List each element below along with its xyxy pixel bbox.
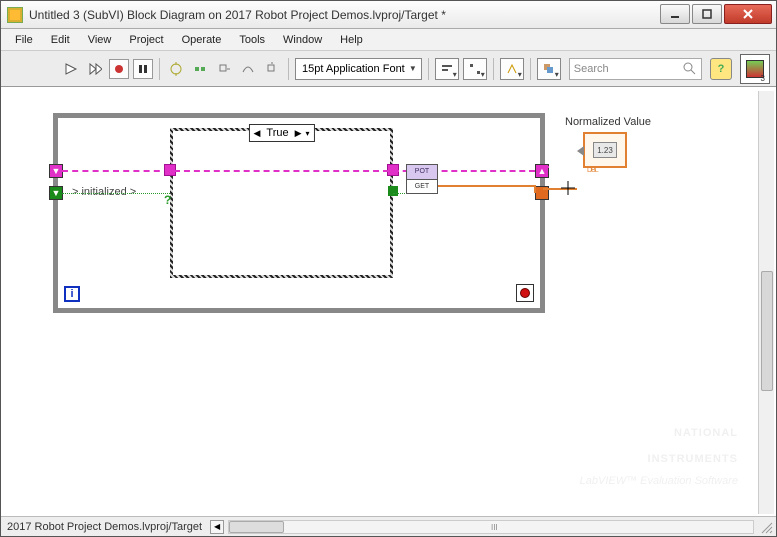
wire-bool-right[interactable] (393, 193, 405, 194)
maximize-button[interactable] (692, 4, 722, 24)
indicator-arrow-icon (577, 146, 584, 156)
menu-window[interactable]: Window (275, 32, 330, 48)
horizontal-scrollbar[interactable]: III (228, 520, 754, 534)
indicator-value: 1.23 (593, 142, 617, 158)
status-path: 2017 Robot Project Demos.lvproj/Target (1, 521, 208, 533)
menu-edit[interactable]: Edit (43, 32, 78, 48)
block-diagram-canvas[interactable]: ▼ ▲ ▼ > initialized > ◀ True ▶ ? (5, 91, 758, 514)
h-scroll-marker: III (491, 523, 498, 532)
distribute-menu[interactable] (463, 58, 487, 80)
loop-stop-terminal[interactable] (516, 284, 534, 302)
wire-numeric-v (534, 185, 536, 193)
menu-file[interactable]: File (7, 32, 41, 48)
cursor-crosshair-icon (561, 181, 575, 195)
v-scroll-thumb[interactable] (761, 271, 773, 391)
run-continuous-button[interactable] (85, 59, 105, 79)
cleanup-button[interactable] (500, 58, 524, 80)
case-next-icon[interactable]: ▶ (295, 128, 302, 139)
case-value: True (262, 127, 292, 139)
stop-icon (520, 288, 530, 298)
resize-grip-icon[interactable] (758, 519, 774, 535)
font-label: 15pt Application Font (302, 63, 405, 75)
menu-bar: File Edit View Project Operate Tools Win… (1, 29, 776, 51)
step-over-button[interactable] (238, 59, 258, 79)
search-icon (683, 62, 697, 79)
wire-refnum[interactable] (62, 170, 170, 172)
app-icon (7, 7, 23, 23)
highlight-exec-button[interactable] (166, 59, 186, 79)
context-palette-button[interactable] (740, 54, 770, 84)
watermark: NATIONAL INSTRUMENTS LabVIEW™ Evaluation… (580, 416, 738, 489)
search-placeholder: Search (574, 63, 609, 75)
title-bar[interactable]: Untitled 3 (SubVI) Block Diagram on 2017… (1, 1, 776, 29)
path-nav-left[interactable]: ◀ (210, 520, 224, 534)
reorder-menu[interactable] (537, 58, 561, 80)
menu-operate[interactable]: Operate (174, 32, 230, 48)
abort-button[interactable] (109, 59, 129, 79)
while-loop[interactable]: ▼ ▲ ▼ > initialized > ◀ True ▶ ? (53, 113, 545, 313)
h-scroll-thumb[interactable] (229, 521, 284, 533)
step-into-button[interactable] (214, 59, 234, 79)
numeric-indicator[interactable]: 1.23 DBL (583, 132, 627, 168)
vertical-scrollbar[interactable] (758, 91, 774, 514)
output-label: Normalized Value (565, 116, 651, 128)
case-border (170, 128, 393, 278)
menu-view[interactable]: View (80, 32, 120, 48)
toolbar: 15pt Application Font Search ? (1, 51, 776, 87)
pot-get-node[interactable]: POT GET (406, 164, 438, 194)
menu-help[interactable]: Help (332, 32, 371, 48)
shift-register-left-bool[interactable]: ▼ (49, 186, 63, 200)
minimize-button[interactable] (660, 4, 690, 24)
shift-register-left-refnum[interactable]: ▼ (49, 164, 63, 178)
case-prev-icon[interactable]: ◀ (253, 128, 260, 139)
app-window: Untitled 3 (SubVI) Block Diagram on 2017… (0, 0, 777, 537)
font-selector[interactable]: 15pt Application Font (295, 58, 422, 80)
align-menu[interactable] (435, 58, 459, 80)
wire-refnum-inside[interactable] (174, 170, 389, 172)
case-structure[interactable]: ◀ True ▶ ? (170, 128, 393, 278)
search-input[interactable]: Search (569, 58, 702, 80)
menu-tools[interactable]: Tools (231, 32, 273, 48)
wire-refnum-stub (543, 166, 549, 168)
run-button[interactable] (61, 59, 81, 79)
pot-bottom-label: GET (407, 180, 437, 194)
palette-icon (746, 60, 764, 78)
loop-iteration-terminal[interactable]: i (64, 286, 80, 302)
status-bar: 2017 Robot Project Demos.lvproj/Target ◀… (1, 516, 776, 536)
help-button[interactable]: ? (710, 58, 732, 80)
retain-wire-button[interactable] (190, 59, 210, 79)
wire-bool[interactable] (62, 193, 170, 194)
case-tunnel-out-bool[interactable] (388, 186, 398, 196)
window-title: Untitled 3 (SubVI) Block Diagram on 2017… (29, 8, 658, 22)
indicator-type-icon: DBL (587, 167, 598, 174)
wire-numeric[interactable] (438, 185, 536, 187)
initialized-label: > initialized > (72, 186, 136, 198)
close-button[interactable] (724, 4, 772, 24)
case-selector[interactable]: ◀ True ▶ (248, 124, 314, 142)
step-out-button[interactable] (262, 59, 282, 79)
case-selector-terminal[interactable]: ? (164, 193, 171, 207)
menu-project[interactable]: Project (121, 32, 171, 48)
pot-top-label: POT (407, 165, 437, 180)
pause-button[interactable] (133, 59, 153, 79)
